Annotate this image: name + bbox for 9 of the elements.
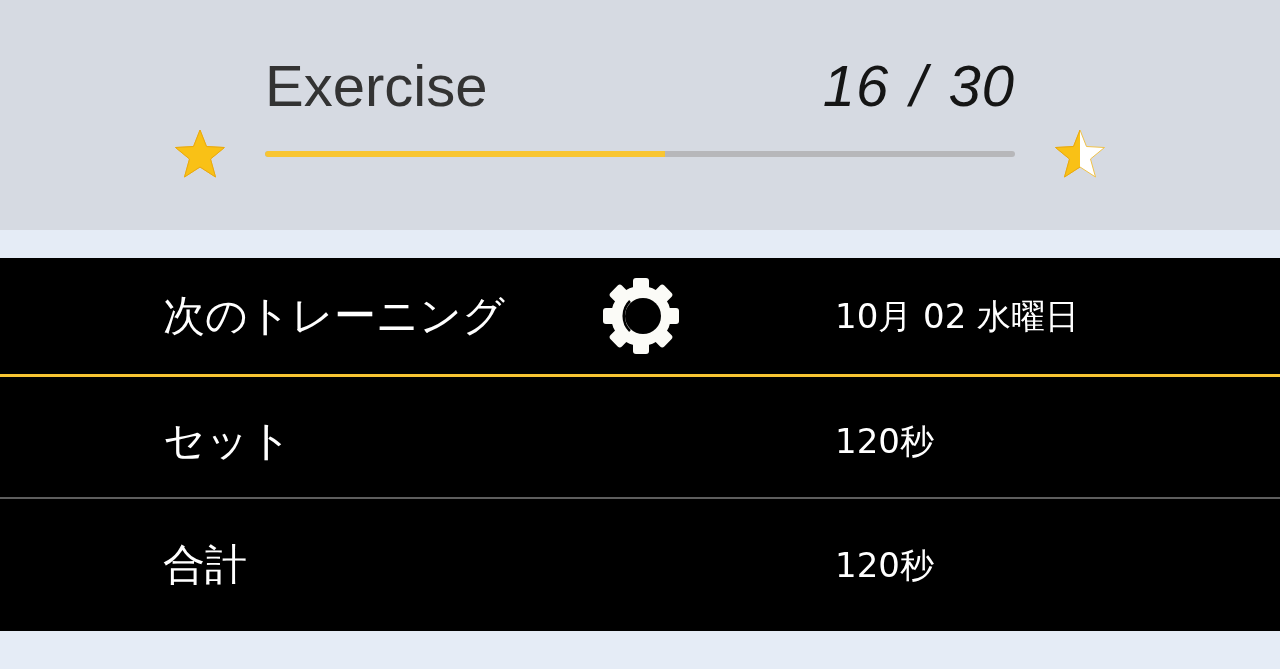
row-value: 10月 02 水曜日 xyxy=(835,295,1080,337)
row-label: 次のトレーニング xyxy=(163,290,505,342)
exercise-title: Exercise xyxy=(265,52,488,120)
row-label: 合計 xyxy=(163,539,247,591)
progress-count: 16 / 30 xyxy=(822,52,1015,120)
gear-icon[interactable] xyxy=(600,277,682,355)
row-value: 120秒 xyxy=(835,544,934,586)
row-value: 120秒 xyxy=(835,420,934,462)
row-label: セット xyxy=(163,415,292,467)
